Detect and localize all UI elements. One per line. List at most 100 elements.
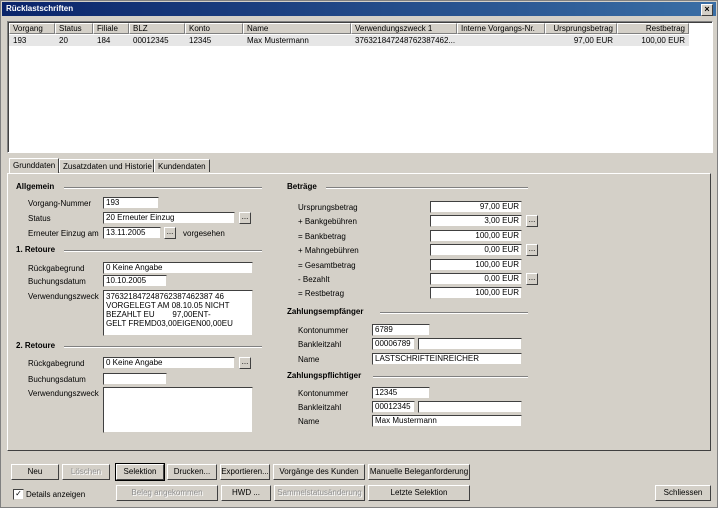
bankbetrag-field[interactable]: 100,00 EUR [430, 230, 522, 242]
bezahlt-label: - Bezahlt [298, 275, 330, 284]
table-row[interactable]: 193 20 184 00012345 12345 Max Mustermann… [9, 35, 689, 46]
restbetrag-field[interactable]: 100,00 EUR [430, 287, 522, 299]
bankgebuehren-edit-button[interactable]: ... [526, 215, 538, 227]
close-icon[interactable]: × [701, 4, 713, 16]
empfaenger-kontonummer-field[interactable]: 6789 [372, 324, 430, 336]
empfaenger-bankname-field[interactable] [418, 338, 522, 350]
mahngebuehren-field[interactable]: 0,00 EUR [430, 244, 522, 256]
tab-grunddaten[interactable]: Grunddaten [9, 158, 59, 173]
divider [64, 250, 262, 252]
pflichtiger-bankleitzahl-field[interactable]: 00012345 [372, 401, 415, 413]
divider [380, 312, 528, 314]
tab-zusatzdaten[interactable]: Zusatzdaten und Historie [59, 159, 154, 172]
section-retoure1-heading: 1. Retoure [16, 245, 56, 254]
bankgebuehren-field[interactable]: 3,00 EUR [430, 215, 522, 227]
section-empfaenger-heading: Zahlungsempfänger [287, 307, 364, 316]
verwendungszweck2-textarea[interactable] [103, 387, 253, 433]
divider [64, 187, 262, 189]
mahngebuehren-label: + Mahngebühren [298, 246, 359, 255]
bezahlt-edit-button[interactable]: ... [526, 273, 538, 285]
vorgang-nummer-label: Vorgang-Nummer [28, 199, 92, 208]
date-picker-button[interactable]: ... [164, 227, 176, 239]
sammelstatusaenderung-button[interactable]: Sammelstatusänderung [274, 485, 365, 501]
window-title: Rücklastschriften [6, 4, 74, 13]
section-allgemein-heading: Allgemein [16, 182, 55, 191]
pflichtiger-bankleitzahl-label: Bankleitzahl [298, 403, 342, 412]
empfaenger-kontonummer-label: Kontonummer [298, 326, 349, 335]
vorgesehen-label: vorgesehen [183, 229, 225, 238]
gesamtbetrag-label: = Gesamtbetrag [298, 261, 356, 270]
rueckgabegrund2-picker-button[interactable]: ... [239, 357, 251, 369]
ursprungsbetrag-field[interactable]: 97,00 EUR [430, 201, 522, 213]
status-field[interactable]: 20 Erneuter Einzug [103, 212, 235, 224]
cell-verwendungszweck: 376321847248762387462... [355, 36, 456, 45]
buchungsdatum2-label: Buchungsdatum [28, 375, 86, 384]
buchungsdatum2-field[interactable] [103, 373, 167, 385]
cell-konto: 12345 [189, 36, 212, 45]
pflichtiger-bankname-field[interactable] [418, 401, 522, 413]
column-header-status[interactable]: Status [55, 23, 93, 34]
column-header-restbetrag[interactable]: Restbetrag [617, 23, 689, 34]
empfaenger-name-field[interactable]: LASTSCHRIFTEINREICHER [372, 353, 522, 365]
empfaenger-bankleitzahl-field[interactable]: 00006789 [372, 338, 415, 350]
divider [64, 346, 262, 348]
column-header-interne-nr[interactable]: Interne Vorgangs-Nr. [457, 23, 545, 34]
bankbetrag-label: = Bankbetrag [298, 232, 346, 241]
cell-blz: 00012345 [133, 36, 169, 45]
selektion-button[interactable]: Selektion [115, 463, 165, 481]
letzte-selektion-button[interactable]: Letzte Selektion [368, 485, 470, 501]
vorgang-nummer-field[interactable]: 193 [103, 197, 159, 209]
cell-filiale: 184 [97, 36, 111, 45]
manuelle-beleganforderung-button[interactable]: Manuelle Beleganforderung [368, 464, 470, 480]
tab-kundendaten[interactable]: Kundendaten [154, 159, 210, 172]
schliessen-button[interactable]: Schliessen [655, 485, 711, 501]
status-picker-button[interactable]: ... [239, 212, 251, 224]
mahngebuehren-edit-button[interactable]: ... [526, 244, 538, 256]
column-header-konto[interactable]: Konto [185, 23, 243, 34]
buchungsdatum-field[interactable]: 10.10.2005 [103, 275, 167, 287]
pflichtiger-name-field[interactable]: Max Mustermann [372, 415, 522, 427]
column-header-vorgang[interactable]: Vorgang [9, 23, 55, 34]
vorgaenge-des-kunden-button[interactable]: Vorgänge des Kunden [273, 464, 365, 480]
pflichtiger-name-label: Name [298, 417, 320, 426]
details-anzeigen-label: Details anzeigen [26, 490, 86, 499]
neu-button[interactable]: Neu [11, 464, 59, 480]
list-header: Vorgang Status Filiale BLZ Konto Name Ve… [9, 23, 711, 35]
erneuter-einzug-field[interactable]: 13.11.2005 [103, 227, 161, 239]
cell-vorgang: 193 [13, 36, 27, 45]
divider [373, 376, 528, 378]
results-list[interactable]: Vorgang Status Filiale BLZ Konto Name Ve… [7, 21, 713, 153]
title-bar: Rücklastschriften × [2, 2, 716, 16]
gesamtbetrag-field[interactable]: 100,00 EUR [430, 259, 522, 271]
cell-ursprungsbetrag: 97,00 EUR [573, 36, 613, 45]
column-header-ursprungsbetrag[interactable]: Ursprungsbetrag [545, 23, 617, 34]
section-retoure2-heading: 2. Retoure [16, 341, 56, 350]
tab-panel-grunddaten: Allgemein Vorgang-Nummer 193 Status 20 E… [7, 173, 711, 451]
cell-interne-nr [457, 35, 545, 46]
exportieren-button[interactable]: Exportieren... [220, 464, 270, 480]
verwendungszweck-textarea[interactable]: 376321847248762387462387 46 VORGELEGT AM… [103, 290, 253, 336]
cell-status: 20 [59, 36, 68, 45]
drucken-button[interactable]: Drucken... [167, 464, 217, 480]
hwd-button[interactable]: HWD ... [221, 485, 271, 501]
buchungsdatum-label: Buchungsdatum [28, 277, 86, 286]
rueckgabegrund-label: Rückgabegrund [28, 264, 85, 273]
column-header-verwendungszweck[interactable]: Verwendungszweck 1 [351, 23, 457, 34]
details-anzeigen-checkbox[interactable]: ✓ [13, 489, 24, 500]
ursprungsbetrag-label: Ursprungsbetrag [298, 203, 358, 212]
column-header-blz[interactable]: BLZ [129, 23, 185, 34]
column-header-name[interactable]: Name [243, 23, 351, 34]
status-label: Status [28, 214, 51, 223]
rueckgabegrund2-field[interactable]: 0 Keine Angabe [103, 357, 235, 369]
cell-name: Max Mustermann [247, 36, 309, 45]
pflichtiger-kontonummer-field[interactable]: 12345 [372, 387, 430, 399]
verwendungszweck-label: Verwendungszweck [28, 292, 99, 301]
empfaenger-bankleitzahl-label: Bankleitzahl [298, 340, 342, 349]
window: Rücklastschriften × Vorgang Status Filia… [0, 0, 718, 508]
bezahlt-field[interactable]: 0,00 EUR [430, 273, 522, 285]
column-header-filiale[interactable]: Filiale [93, 23, 129, 34]
loeschen-button[interactable]: Löschen [62, 464, 110, 480]
rueckgabegrund-field[interactable]: 0 Keine Angabe [103, 262, 253, 274]
beleg-angekommen-button[interactable]: Beleg angekommen [116, 485, 218, 501]
bankgebuehren-label: + Bankgebühren [298, 217, 357, 226]
